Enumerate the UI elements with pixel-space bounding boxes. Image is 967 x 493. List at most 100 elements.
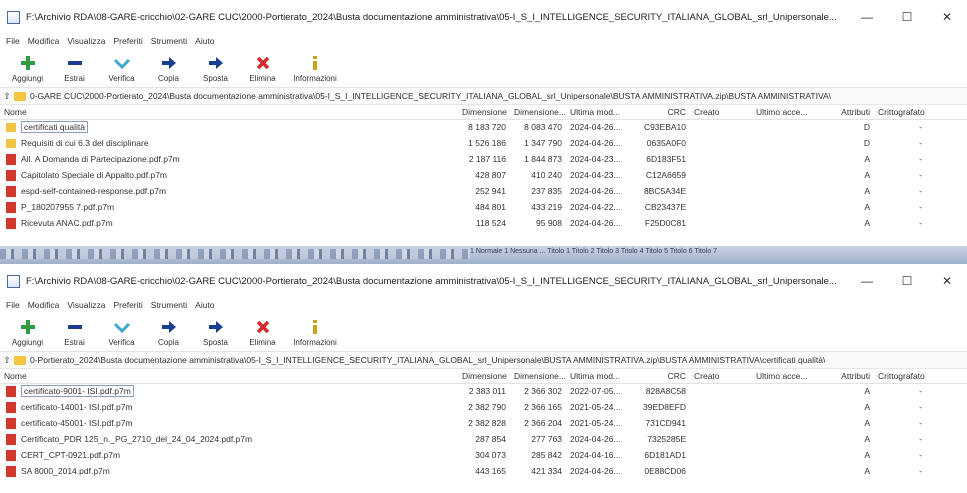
move-button[interactable]: Sposta — [192, 54, 239, 87]
column-size[interactable]: Dimensione — [458, 105, 510, 120]
folder-up-icon[interactable]: ⇧ — [0, 91, 14, 102]
accessed-cell — [752, 463, 818, 479]
column-created[interactable]: Creato — [690, 369, 752, 384]
name-cell[interactable]: Capitolato Speciale di Appalto.pdf.p7m — [0, 167, 458, 183]
name-cell[interactable]: certificato-14001- ISI.pdf.p7m — [0, 399, 458, 415]
extract-button[interactable]: Estrai — [51, 318, 98, 351]
delete-button[interactable]: Elimina — [239, 318, 286, 351]
path-text[interactable]: 0-GARE CUC\2000-Portierato_2024\Busta do… — [30, 91, 831, 101]
minimize-icon[interactable]: — — [847, 274, 887, 288]
packed-size-cell: 1 347 790 — [524, 138, 562, 148]
column-accessed[interactable]: Ultimo acce... — [752, 369, 818, 384]
file-row[interactable]: Capitolato Speciale di Appalto.pdf.p7m 42… — [0, 167, 967, 183]
path-text[interactable]: 0-Portierato_2024\Busta documentazione a… — [30, 355, 825, 365]
test-button[interactable]: Verifica — [98, 54, 145, 87]
folder-row[interactable]: Requisiti di cui 6.3 del disciplinare 1 5… — [0, 135, 967, 151]
menu-file[interactable]: File — [6, 300, 20, 310]
column-created[interactable]: Creato — [690, 105, 752, 120]
created-cell — [690, 415, 752, 431]
column-name[interactable]: Nome — [0, 369, 458, 384]
name-cell[interactable]: P_180207955 7.pdf.p7m — [0, 199, 458, 215]
copy-button[interactable]: Copia — [145, 54, 192, 87]
minimize-icon[interactable]: — — [847, 10, 887, 24]
maximize-icon[interactable]: ☐ — [887, 10, 927, 24]
title-bar[interactable]: F:\Archivio RDA\08-GARE-cricchio\02-GARE… — [0, 264, 967, 298]
name-cell[interactable]: espd-self-contained-response.pdf.p7m — [0, 183, 458, 199]
file-row[interactable]: espd-self-contained-response.pdf.p7m 252 … — [0, 183, 967, 199]
test-button[interactable]: Verifica — [98, 318, 145, 351]
created-cell — [690, 447, 752, 463]
menu-tools[interactable]: Strumenti — [151, 300, 187, 310]
name-cell[interactable]: CERT_CPT-0921.pdf.p7m — [0, 447, 458, 463]
path-bar[interactable]: ⇧ 0-Portierato_2024\Busta documentazione… — [0, 352, 967, 369]
column-packed-size[interactable]: Dimensione... — [510, 105, 566, 120]
move-button[interactable]: Sposta — [192, 318, 239, 351]
path-bar[interactable]: ⇧ 0-GARE CUC\2000-Portierato_2024\Busta … — [0, 88, 967, 105]
file-row[interactable]: certificato-9001- ISI.pdf.p7m 2 383 011 2 … — [0, 383, 967, 399]
file-name: SA 8000_2014.pdf.p7m — [21, 466, 110, 476]
name-cell[interactable]: Certificato_PDR 125_n._PG_2710_del_24_04… — [0, 431, 458, 447]
encrypted-cell: - — [919, 154, 922, 164]
file-row[interactable]: certificato-14001- ISI.pdf.p7m 2 382 790 2… — [0, 399, 967, 415]
file-row[interactable]: CERT_CPT-0921.pdf.p7m 304 073 285 842 2024-… — [0, 447, 967, 463]
file-row[interactable]: All. A Domanda di Partecipazione.pdf.p7m… — [0, 151, 967, 167]
column-size[interactable]: Dimensione — [458, 369, 510, 384]
minus-icon — [67, 318, 83, 335]
file-row[interactable]: Ricevuta ANAC.pdf.p7m 118 524 95 908 2024-0… — [0, 215, 967, 231]
menu-view[interactable]: Visualizza — [67, 36, 105, 46]
modified-cell: 2022-07-05... — [570, 386, 621, 397]
file-row[interactable]: Certificato_PDR 125_n._PG_2710_del_24_04… — [0, 431, 967, 447]
menu-edit[interactable]: Modifica — [28, 300, 60, 310]
column-name[interactable]: Nome — [0, 105, 458, 120]
delete-button[interactable]: Elimina — [239, 54, 286, 87]
folder-row[interactable]: certificati qualità 8 183 720 8 083 470 202… — [0, 119, 967, 135]
file-row[interactable]: certificato-45001- ISI.pdf.p7m 2 382 828 2… — [0, 415, 967, 431]
column-attributes[interactable]: Attributi — [818, 369, 874, 384]
menu-help[interactable]: Aiuto — [195, 300, 214, 310]
column-accessed[interactable]: Ultimo acce... — [752, 105, 818, 120]
size-cell: 2 187 116 — [468, 154, 506, 164]
file-row[interactable]: P_180207955 7.pdf.p7m 484 801 433 219 2024-… — [0, 199, 967, 215]
copy-button[interactable]: Copia — [145, 318, 192, 351]
extract-button[interactable]: Estrai — [51, 54, 98, 87]
arrow-right-icon — [161, 318, 177, 335]
column-crc[interactable]: CRC — [632, 369, 690, 384]
menu-favorites[interactable]: Preferiti — [113, 300, 142, 310]
packed-size-cell: 1 844 873 — [524, 154, 562, 164]
title-bar[interactable]: F:\Archivio RDA\08-GARE-cricchio\02-GARE… — [0, 0, 967, 34]
column-encrypted[interactable]: Crittografato — [874, 105, 967, 120]
encrypted-cell: - — [919, 466, 922, 476]
info-button[interactable]: Informazioni — [286, 54, 344, 87]
close-icon[interactable]: ✕ — [927, 10, 967, 24]
name-cell[interactable]: certificato-45001- ISI.pdf.p7m — [0, 415, 458, 431]
name-cell[interactable]: certificati qualità — [0, 119, 458, 135]
size-cell: 118 524 — [475, 218, 506, 228]
name-cell[interactable]: SA 8000_2014.pdf.p7m — [0, 463, 458, 479]
name-cell[interactable]: Requisiti di cui 6.3 del disciplinare — [0, 135, 458, 151]
name-cell[interactable]: Ricevuta ANAC.pdf.p7m — [0, 215, 458, 231]
menu-tools[interactable]: Strumenti — [151, 36, 187, 46]
menu-edit[interactable]: Modifica — [28, 36, 60, 46]
column-packed-size[interactable]: Dimensione... — [510, 369, 566, 384]
info-button[interactable]: Informazioni — [286, 318, 344, 351]
add-button[interactable]: Aggiungi — [4, 318, 51, 351]
column-modified[interactable]: Ultima mod... — [566, 105, 632, 120]
close-icon[interactable]: ✕ — [927, 274, 967, 288]
column-modified[interactable]: Ultima mod... — [566, 369, 632, 384]
name-cell[interactable]: All. A Domanda di Partecipazione.pdf.p7m — [0, 151, 458, 167]
menu-view[interactable]: Visualizza — [67, 300, 105, 310]
column-encrypted[interactable]: Crittografato — [874, 369, 967, 384]
menu-file[interactable]: File — [6, 36, 20, 46]
accessed-cell — [752, 119, 818, 135]
folder-up-icon[interactable]: ⇧ — [0, 355, 14, 366]
name-cell[interactable]: certificato-9001- ISI.pdf.p7m — [0, 383, 458, 399]
menu-help[interactable]: Aiuto — [195, 36, 214, 46]
column-crc[interactable]: CRC — [632, 105, 690, 120]
column-attributes[interactable]: Attributi — [818, 105, 874, 120]
menu-favorites[interactable]: Preferiti — [113, 36, 142, 46]
modified-cell: 2024-04-26... — [570, 218, 621, 228]
file-row[interactable]: SA 8000_2014.pdf.p7m 443 165 421 334 2024-0… — [0, 463, 967, 479]
attributes-cell: A — [864, 434, 870, 444]
add-button[interactable]: Aggiungi — [4, 54, 51, 87]
maximize-icon[interactable]: ☐ — [887, 274, 927, 288]
